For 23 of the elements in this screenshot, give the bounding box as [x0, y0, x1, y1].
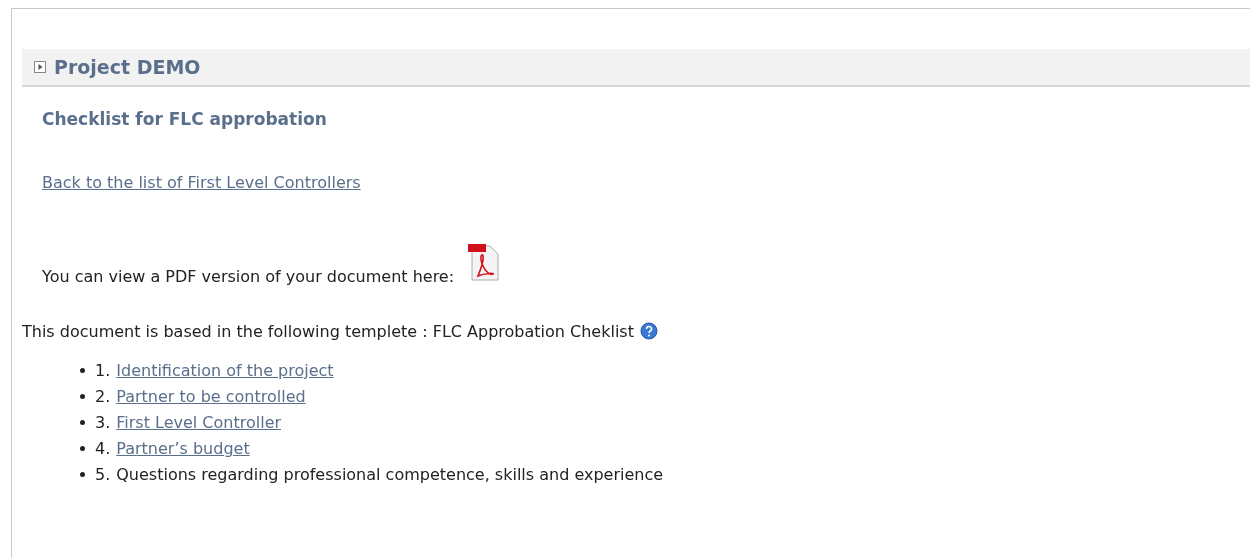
bullet-icon [80, 394, 85, 399]
template-text: This document is based in the following templete : FLC Approbation Cheklist [22, 322, 634, 341]
bullet-icon [80, 420, 85, 425]
item-number: 5. [95, 465, 111, 484]
pdf-file-icon[interactable] [466, 242, 501, 282]
section-link[interactable]: Identification of the project [116, 361, 334, 380]
item-number: 2. [95, 387, 111, 406]
item-number: 4. [95, 439, 111, 458]
section-title: Project DEMO [54, 56, 201, 78]
item-number: 3. [95, 413, 111, 432]
help-icon[interactable] [639, 322, 658, 340]
section-label: Questions regarding professional competence, skills and experience [116, 465, 664, 484]
page-heading: Checklist for FLC approbation [42, 109, 328, 129]
section-link[interactable]: First Level Controller [116, 413, 282, 432]
section-link[interactable]: Partner’s budget [116, 439, 250, 458]
back-link[interactable]: Back to the list of First Level Controllers [42, 173, 361, 192]
section-link[interactable]: Partner to be controlled [116, 387, 306, 406]
pdf-text: You can view a PDF version of your document here: [42, 267, 455, 286]
expand-icon[interactable] [34, 61, 46, 73]
bullet-icon [80, 472, 85, 477]
item-number: 1. [95, 361, 111, 380]
bullet-icon [80, 446, 85, 451]
bullet-icon [80, 368, 85, 373]
